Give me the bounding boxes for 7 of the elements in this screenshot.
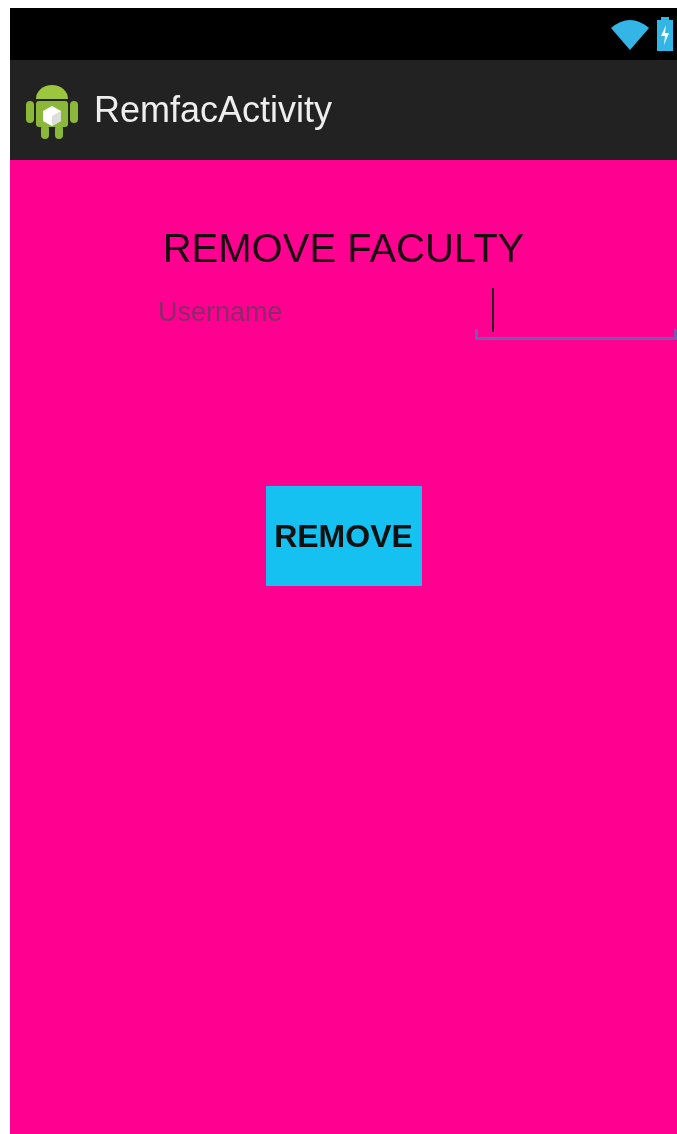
battery-icon bbox=[657, 17, 673, 51]
remove-button[interactable]: REMOVE bbox=[265, 486, 422, 586]
page-heading: REMOVE FACULTY bbox=[162, 225, 525, 272]
username-label: Username bbox=[157, 295, 284, 329]
username-field[interactable] bbox=[474, 286, 677, 340]
app-title: RemfacActivity bbox=[94, 88, 333, 132]
wifi-icon bbox=[611, 18, 649, 50]
